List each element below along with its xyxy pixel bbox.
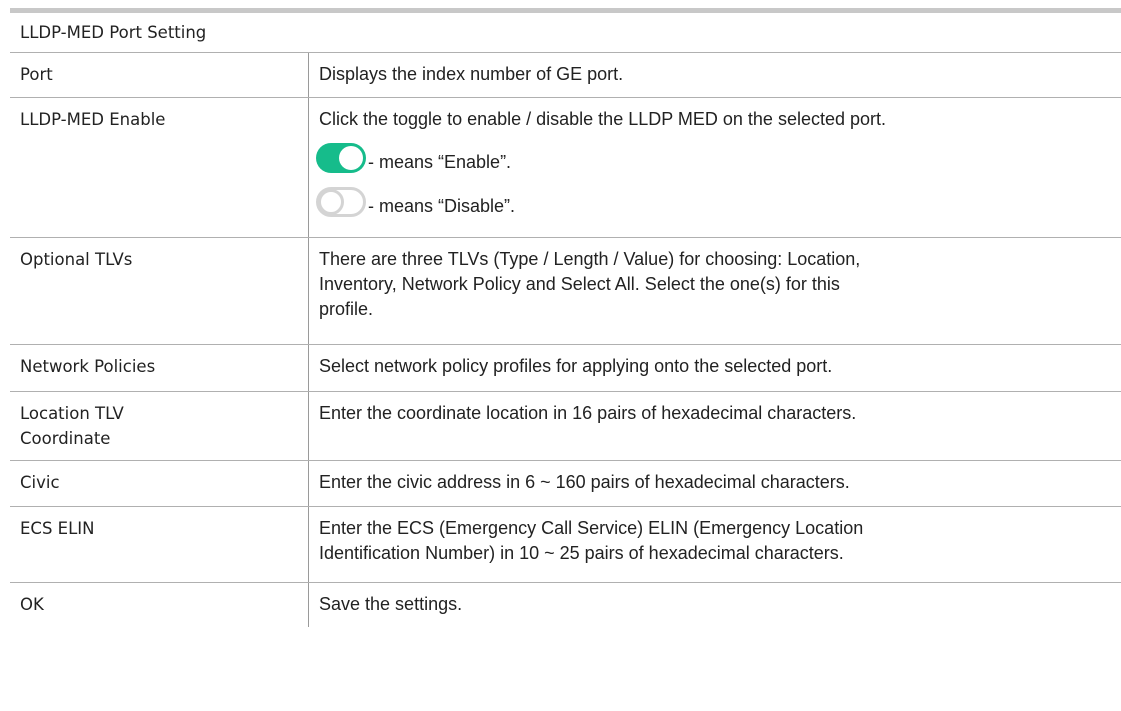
term-line: Location TLV <box>20 404 124 423</box>
term-cell: Civic <box>10 461 309 506</box>
description-cell: Enter the coordinate location in 16 pair… <box>319 403 857 423</box>
description-line: There are three TLVs (Type / Length / Va… <box>319 249 861 269</box>
table-row-ecs-elin: ECS ELIN Enter the ECS (Emergency Call S… <box>10 507 1121 583</box>
term-line: Coordinate <box>20 429 111 448</box>
description-line: profile. <box>319 299 374 319</box>
description-text: Click the toggle to enable / disable the… <box>319 109 887 129</box>
table-row-location-tlv: Location TLV Coordinate Enter the coordi… <box>10 392 1121 461</box>
toggle-on-icon <box>316 143 366 173</box>
table-title: LLDP-MED Port Setting <box>10 13 1121 53</box>
term-cell: Optional TLVs <box>10 238 309 344</box>
term-cell: Network Policies <box>10 345 309 391</box>
table-row-optional-tlvs: Optional TLVs There are three TLVs (Type… <box>10 238 1121 345</box>
description-line: Enter the ECS (Emergency Call Service) E… <box>319 518 864 538</box>
description-cell: Click the toggle to enable / disable the… <box>309 98 1121 237</box>
toggle-off-icon <box>316 187 366 217</box>
table-row-ok: OK Save the settings. <box>10 583 1121 627</box>
description-cell: Displays the index number of GE port. <box>319 64 624 84</box>
term-cell: Port <box>10 53 309 97</box>
description-cell: Enter the ECS (Emergency Call Service) E… <box>309 507 1121 582</box>
term-cell: ECS ELIN <box>10 507 309 582</box>
description-line: Identification Number) in 10 ~ 25 pairs … <box>319 543 844 563</box>
toggle-on-text: - means “Enable”. <box>368 152 512 172</box>
table-row-port: Port Displays the index number of GE por… <box>10 53 1121 98</box>
term-cell: OK <box>10 583 309 627</box>
term-cell: Location TLV Coordinate <box>10 392 309 460</box>
description-cell: Enter the civic address in 6 ~ 160 pairs… <box>319 472 850 492</box>
table-row-civic: Civic Enter the civic address in 6 ~ 160… <box>10 461 1121 507</box>
toggle-off-text: - means “Disable”. <box>368 196 516 216</box>
description-cell: Save the settings. <box>319 594 463 614</box>
table-row-lldp-med-enable: LLDP-MED Enable Click the toggle to enab… <box>10 98 1121 238</box>
description-cell: There are three TLVs (Type / Length / Va… <box>309 238 1121 344</box>
toggle-on-legend: - means “Enable”. <box>316 143 1113 173</box>
settings-table: LLDP-MED Port Setting Port Displays the … <box>10 8 1121 627</box>
toggle-off-legend: - means “Disable”. <box>316 187 1113 217</box>
term-cell: LLDP-MED Enable <box>10 98 309 237</box>
table-row-network-policies: Network Policies Select network policy p… <box>10 345 1121 392</box>
description-cell: Select network policy profiles for apply… <box>319 356 833 376</box>
description-line: Inventory, Network Policy and Select All… <box>319 274 840 294</box>
